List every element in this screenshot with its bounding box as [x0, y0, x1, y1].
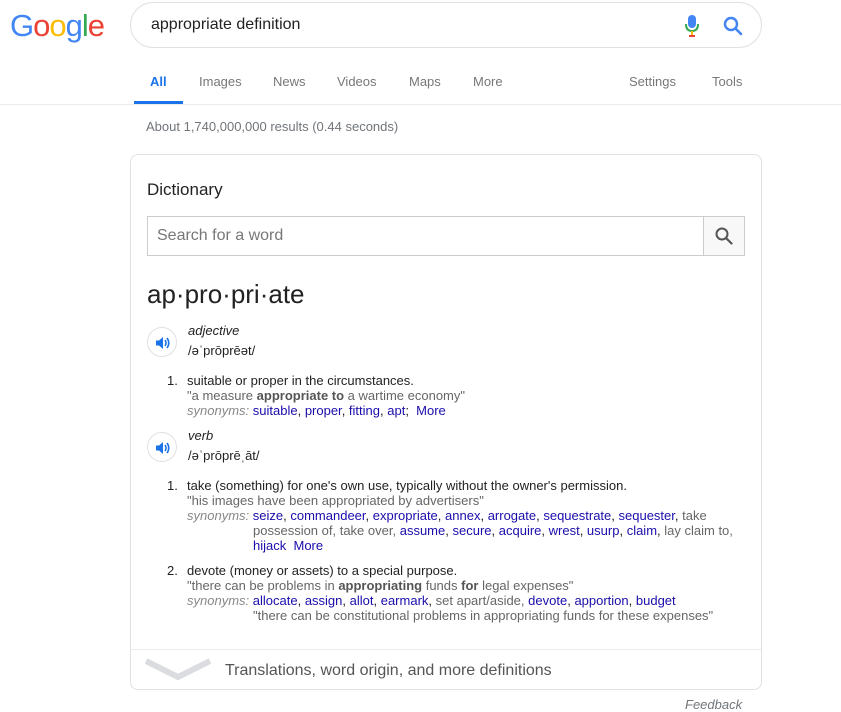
pronunciation-button[interactable]: [147, 432, 177, 462]
example: "a measure appropriate to a wartime econ…: [187, 388, 465, 403]
synonym-link[interactable]: proper: [305, 403, 342, 418]
synonym-link[interactable]: usurp: [587, 523, 620, 538]
synonyms-row: possession of, take over, assume, secure…: [253, 523, 733, 538]
tab-more[interactable]: More: [473, 74, 503, 89]
tab-all[interactable]: All: [150, 74, 167, 89]
pronunciation-button[interactable]: [147, 327, 177, 357]
synonym-link[interactable]: earmark: [381, 593, 429, 608]
definition: suitable or proper in the circumstances.: [187, 373, 414, 388]
word-search-button[interactable]: [703, 217, 744, 255]
logo-letter: g: [65, 8, 83, 43]
word-search-box[interactable]: Search for a word: [147, 216, 745, 256]
tools-link[interactable]: Tools: [712, 74, 742, 89]
definition: devote (money or assets) to a special pu…: [187, 563, 458, 578]
part-of-speech: adjective: [188, 323, 240, 338]
more-synonyms-link[interactable]: More: [293, 538, 323, 553]
search-input[interactable]: appropriate definition: [151, 16, 300, 34]
microphone-icon[interactable]: [684, 14, 700, 38]
tab-news[interactable]: News: [273, 74, 306, 89]
synonym-link[interactable]: assign: [305, 593, 343, 608]
sense-number: 1.: [167, 478, 178, 493]
sense-number: 2.: [167, 563, 178, 578]
dictionary-card: Dictionary Search for a word ap·pro·pri·…: [130, 154, 762, 690]
synonym-link[interactable]: arrogate: [488, 508, 536, 523]
synonym-link[interactable]: expropriate: [373, 508, 438, 523]
synonym-link[interactable]: suitable: [253, 403, 298, 418]
phonetic: /əˈprōprēˌāt/: [188, 448, 260, 463]
synonym-link[interactable]: secure: [452, 523, 491, 538]
more-definitions-label: Translations, word origin, and more defi…: [225, 662, 552, 679]
synonym-link[interactable]: budget: [636, 593, 676, 608]
speaker-icon: [156, 442, 170, 454]
definition: take (something) for one's own use, typi…: [187, 478, 627, 493]
example: "there can be problems in appropriating …: [187, 578, 574, 593]
synonym-link[interactable]: hijack: [253, 538, 286, 553]
logo-letter: o: [33, 8, 50, 43]
tab-images[interactable]: Images: [199, 74, 242, 89]
tab-videos[interactable]: Videos: [337, 74, 377, 89]
chevron-down-icon: [145, 658, 211, 680]
sense-number: 1.: [167, 373, 178, 388]
synonym-link[interactable]: claim: [627, 523, 657, 538]
speaker-icon: [156, 337, 170, 349]
synonym-link[interactable]: sequester: [619, 508, 675, 523]
example: "his images have been appropriated by ad…: [187, 493, 484, 508]
synonyms-row: synonyms: suitable, proper, fitting, apt…: [187, 403, 446, 418]
synonym-text: lay claim to,: [664, 523, 733, 538]
synonym-link[interactable]: seize: [253, 508, 283, 523]
synonym-link[interactable]: allot: [350, 593, 374, 608]
synonym-link[interactable]: annex: [445, 508, 480, 523]
synonym-link[interactable]: commandeer: [290, 508, 365, 523]
synonyms-row: hijack More: [187, 538, 733, 553]
word-search-input[interactable]: Search for a word: [157, 227, 283, 245]
synonyms-row: synonyms: seize, commandeer, expropriate…: [187, 508, 707, 523]
synonym-text: take: [682, 508, 707, 523]
result-stats: About 1,740,000,000 results (0.44 second…: [146, 119, 399, 134]
logo-letter: o: [49, 8, 66, 43]
tab-maps[interactable]: Maps: [409, 74, 441, 89]
synonyms-row: synonyms: allocate, assign, allot, earma…: [187, 593, 676, 608]
feedback-link[interactable]: Feedback: [685, 697, 742, 712]
synonym-link[interactable]: sequestrate: [543, 508, 611, 523]
synonym-link[interactable]: apt: [387, 403, 405, 418]
google-logo[interactable]: Google: [10, 8, 105, 44]
synonym-text: set apart/aside,: [435, 593, 525, 608]
search-icon[interactable]: [723, 16, 743, 36]
synonym-link[interactable]: devote: [528, 593, 567, 608]
synonym-link[interactable]: allocate: [253, 593, 298, 608]
synonym-text: possession of, take over,: [253, 523, 397, 538]
logo-letter: G: [10, 8, 34, 43]
synonym-link[interactable]: assume: [400, 523, 446, 538]
part-of-speech: verb: [188, 428, 214, 443]
more-definitions-bar[interactable]: Translations, word origin, and more defi…: [131, 649, 761, 690]
search-tabs: All Images News Videos Maps More Setting…: [0, 60, 841, 105]
logo-letter: e: [87, 8, 105, 43]
headword: ap·pro·pri·ate: [147, 279, 305, 309]
active-tab-indicator: [134, 101, 183, 104]
synonym-link[interactable]: fitting: [349, 403, 380, 418]
settings-link[interactable]: Settings: [629, 74, 676, 89]
synonym-example: "there can be constitutional problems in…: [253, 608, 714, 623]
phonetic: /əˈprōprēət/: [188, 343, 256, 358]
search-icon: [715, 227, 733, 245]
synonym-link[interactable]: wrest: [549, 523, 580, 538]
more-synonyms-link[interactable]: More: [416, 403, 446, 418]
search-box[interactable]: appropriate definition: [130, 2, 762, 48]
card-title: Dictionary: [147, 180, 223, 199]
synonym-link[interactable]: acquire: [499, 523, 542, 538]
synonym-link[interactable]: apportion: [574, 593, 628, 608]
